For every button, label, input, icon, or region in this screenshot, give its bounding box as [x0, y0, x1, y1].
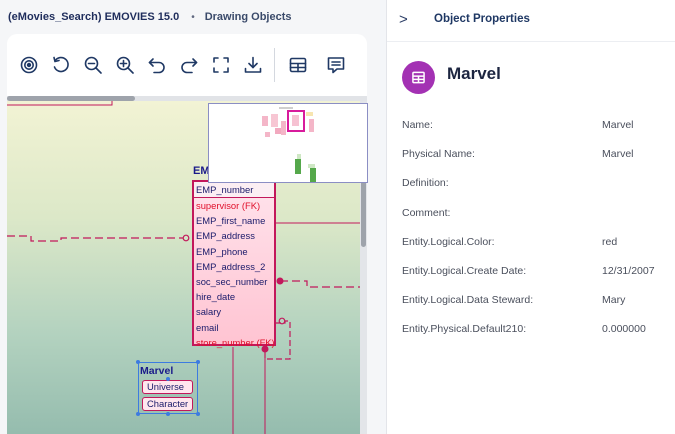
breadcrumb: (eMovies_Search) EMOVIES 15.0 • Drawing …: [8, 11, 292, 23]
redo-icon: [181, 58, 198, 74]
comment-icon: [327, 57, 345, 74]
target-icon: [20, 56, 38, 74]
marvel-attribute-universe[interactable]: Universe: [142, 380, 193, 394]
selection-handle[interactable]: [136, 360, 140, 364]
emp-attribute[interactable]: hire_date: [194, 289, 274, 304]
entity-name: Marvel: [447, 64, 501, 83]
breadcrumb-separator: •: [191, 11, 195, 23]
emp-attribute[interactable]: salary: [194, 304, 274, 319]
relationship-end-store: [278, 317, 286, 325]
emp-attribute[interactable]: store_number (FK): [194, 335, 275, 350]
property-label: Entity.Logical.Create Date:: [402, 265, 527, 277]
breadcrumb-page[interactable]: Drawing Objects: [205, 11, 292, 23]
table-icon: [289, 57, 307, 73]
emp-attribute-list: supervisor (FK) EMP_first_name EMP_address…: [194, 198, 275, 350]
marvel-entity-title[interactable]: Marvel: [140, 365, 173, 377]
panel-title: Object Properties: [434, 13, 530, 25]
object-properties-panel: > Object Properties Marvel Name: Marvel Ph…: [386, 0, 675, 434]
emp-entity[interactable]: EMP_number supervisor (FK) EMP_first_name…: [192, 180, 276, 348]
undo-button[interactable]: [146, 54, 168, 76]
property-label: Name:: [402, 119, 433, 131]
selection-handle[interactable]: [196, 412, 200, 416]
property-value[interactable]: Marvel: [602, 148, 634, 160]
download-button[interactable]: [242, 54, 264, 76]
property-label: Entity.Logical.Data Steward:: [402, 294, 534, 307]
panel-header: > Object Properties: [387, 0, 675, 42]
app-root: (eMovies_Search) EMOVIES 15.0 • Drawing …: [0, 0, 675, 434]
refresh-button[interactable]: [50, 54, 72, 76]
emp-attribute[interactable]: EMP_address: [194, 228, 274, 243]
fit-screen-icon: [213, 57, 229, 73]
emp-primary-key[interactable]: EMP_number: [194, 182, 274, 198]
vertical-scrollbar-thumb[interactable]: [361, 181, 366, 247]
emp-attribute[interactable]: supervisor (FK): [194, 198, 274, 213]
comment-button[interactable]: [325, 54, 347, 76]
emp-attribute[interactable]: EMP_first_name: [194, 213, 274, 228]
property-label: Physical Name:: [402, 148, 475, 161]
relationship-dot-right: [276, 277, 284, 285]
selection-handle[interactable]: [196, 360, 200, 364]
property-value[interactable]: 12/31/2007: [602, 265, 655, 277]
entity-icon: [402, 61, 435, 94]
toolbar-divider: [274, 48, 275, 82]
relationship-line-right-dashed: [280, 280, 367, 288]
redo-button[interactable]: [178, 54, 200, 76]
zoom-in-icon: [116, 56, 134, 74]
breadcrumb-model[interactable]: (eMovies_Search) EMOVIES 15.0: [8, 11, 179, 23]
zoom-out-button[interactable]: [82, 54, 104, 76]
target-button[interactable]: [18, 54, 40, 76]
property-value[interactable]: Marvel: [602, 119, 634, 131]
table-button[interactable]: [287, 54, 309, 76]
selection-handle[interactable]: [136, 412, 140, 416]
marvel-attribute-character[interactable]: Character: [142, 397, 193, 411]
emp-attribute[interactable]: email: [194, 320, 274, 335]
emp-attribute[interactable]: EMP_address_2: [194, 259, 274, 274]
property-value[interactable]: red: [602, 236, 617, 248]
undo-icon: [148, 58, 165, 74]
partial-entity-border: [7, 101, 113, 106]
property-value[interactable]: 0.000000: [602, 323, 646, 335]
emp-attribute[interactable]: EMP_phone: [194, 244, 274, 259]
diagram-toolbar: [7, 34, 367, 96]
property-label: Entity.Physical.Default210:: [402, 323, 527, 336]
zoom-in-button[interactable]: [114, 54, 136, 76]
zoom-out-icon: [84, 56, 102, 74]
download-icon: [244, 56, 262, 73]
table-icon: [412, 71, 425, 84]
property-label: Comment:: [402, 206, 451, 219]
selection-handle[interactable]: [166, 377, 170, 381]
chevron-right-icon[interactable]: >: [399, 11, 408, 28]
diagram-minimap[interactable]: [208, 103, 368, 183]
relationship-line-left: [7, 235, 183, 242]
refresh-icon: [53, 56, 69, 73]
relationship-end-left: [182, 234, 190, 242]
selection-handle[interactable]: [166, 412, 170, 416]
emp-attribute[interactable]: soc_sec_number: [194, 274, 274, 289]
fit-screen-button[interactable]: [210, 54, 232, 76]
minimap-preview: [262, 107, 316, 182]
property-value[interactable]: Mary: [602, 294, 625, 306]
property-label: Entity.Logical.Color:: [402, 235, 495, 248]
diagram-panel: (eMovies_Search) EMOVIES 15.0 • Drawing …: [0, 0, 380, 434]
property-label: Definition:: [402, 177, 449, 190]
